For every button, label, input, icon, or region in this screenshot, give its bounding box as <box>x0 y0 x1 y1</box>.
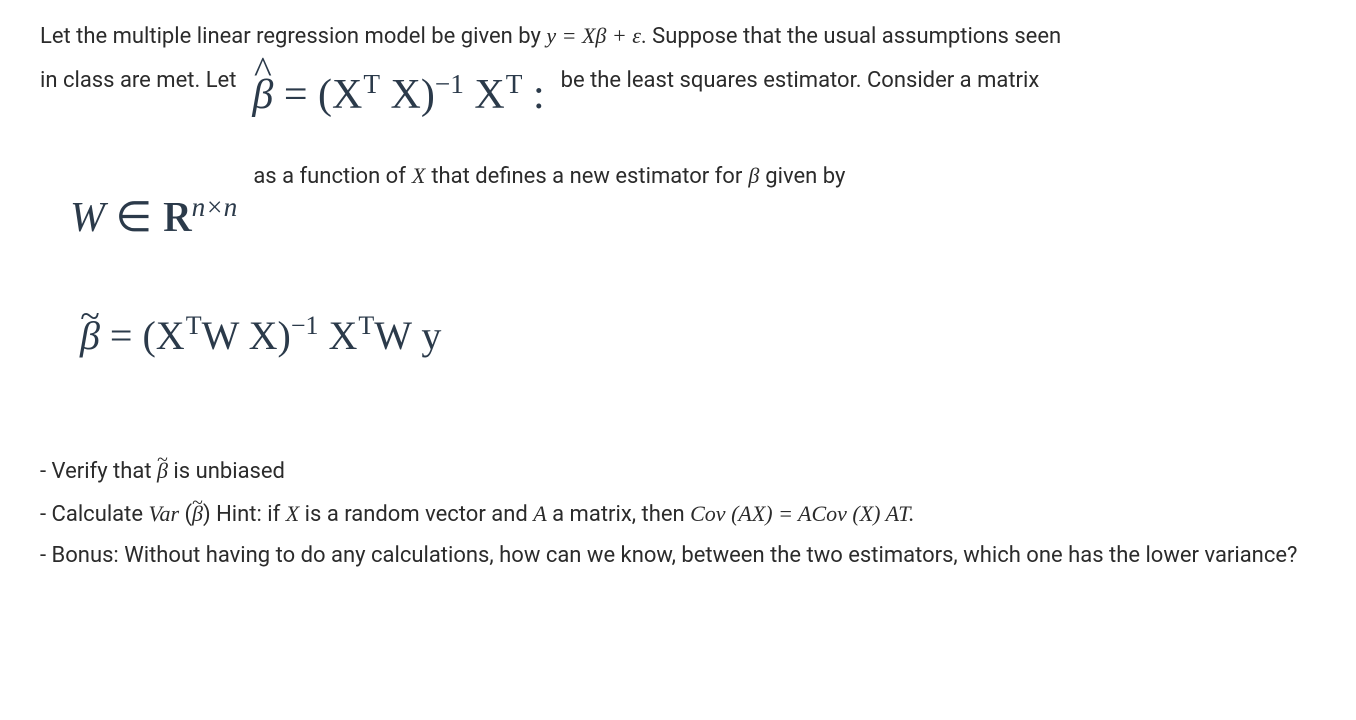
eq-part: W y <box>374 313 441 358</box>
beta-tilde: β <box>157 455 168 487</box>
text: Hint: if <box>211 502 286 527</box>
list-item: - Verify that β is unbiased <box>40 455 1316 488</box>
superscript-T: T <box>358 307 374 345</box>
W-definition: W ∈ Rn×n <box>40 160 247 277</box>
eq-part: W X) <box>202 313 291 358</box>
text: in class are met. Let <box>40 65 236 97</box>
text: that defines a new estimator for <box>431 161 742 193</box>
superscript-T: T <box>506 65 523 105</box>
var-beta: β <box>748 160 759 192</box>
text: - Bonus: Without having to do any calcul… <box>40 543 1297 568</box>
superscript-T: T <box>186 307 202 345</box>
superscript-T: T <box>363 65 380 105</box>
text: is unbiased <box>168 459 285 484</box>
cov-operator: Cov <box>690 501 725 526</box>
var-X: X <box>412 160 425 192</box>
eq-part: = (X <box>100 313 185 358</box>
text: ( <box>179 502 192 527</box>
intro-line-1: Let the multiple linear regression model… <box>40 20 1316 53</box>
text: be the least squares estimator. Consider… <box>561 65 1040 97</box>
text: - Verify that <box>40 459 157 484</box>
superscript-neg1: −1 <box>291 307 319 345</box>
text: a matrix, then <box>547 502 690 527</box>
var-operator: Var <box>148 501 179 526</box>
beta-hat-equation: β = (XT X)−1 XT : <box>242 65 554 130</box>
text: Let the multiple linear regression model… <box>40 24 546 49</box>
model-equation: y = Xβ + ε <box>546 23 641 48</box>
problem-statement: Let the multiple linear regression model… <box>0 0 1356 602</box>
question-list: - Verify that β is unbiased - Calculate … <box>40 455 1316 573</box>
eq-part: X <box>319 313 358 358</box>
beta-tilde-equation: β = (XTW X)−1 XTW y <box>40 277 441 395</box>
eq-part: X <box>464 72 505 118</box>
text: - Calculate <box>40 502 148 527</box>
intro-line-3: W ∈ Rn×n as a function of X that defines… <box>40 160 1316 277</box>
text: given by <box>765 161 845 193</box>
list-item: - Calculate Var (β) Hint: if X is a rand… <box>40 498 1316 531</box>
beta-tilde: β <box>192 498 203 530</box>
text: ) <box>203 502 211 527</box>
var-A: A <box>533 501 546 526</box>
superscript-neg1: −1 <box>435 65 464 105</box>
eq-part: X) <box>380 72 435 118</box>
superscript-nxn: n×n <box>192 188 238 228</box>
eq-part: = (X <box>273 72 362 118</box>
text: . Suppose that the usual assumptions see… <box>641 24 1061 49</box>
intro-line-2: in class are met. Let β = (XT X)−1 XT : … <box>40 65 1316 130</box>
text: is a random vector and <box>299 502 533 527</box>
list-item: - Bonus: Without having to do any calcul… <box>40 540 1316 572</box>
cov-expression: (AX) = ACov (X) AT. <box>726 501 915 526</box>
text: as a function of <box>253 161 406 193</box>
var-X: X <box>286 501 299 526</box>
